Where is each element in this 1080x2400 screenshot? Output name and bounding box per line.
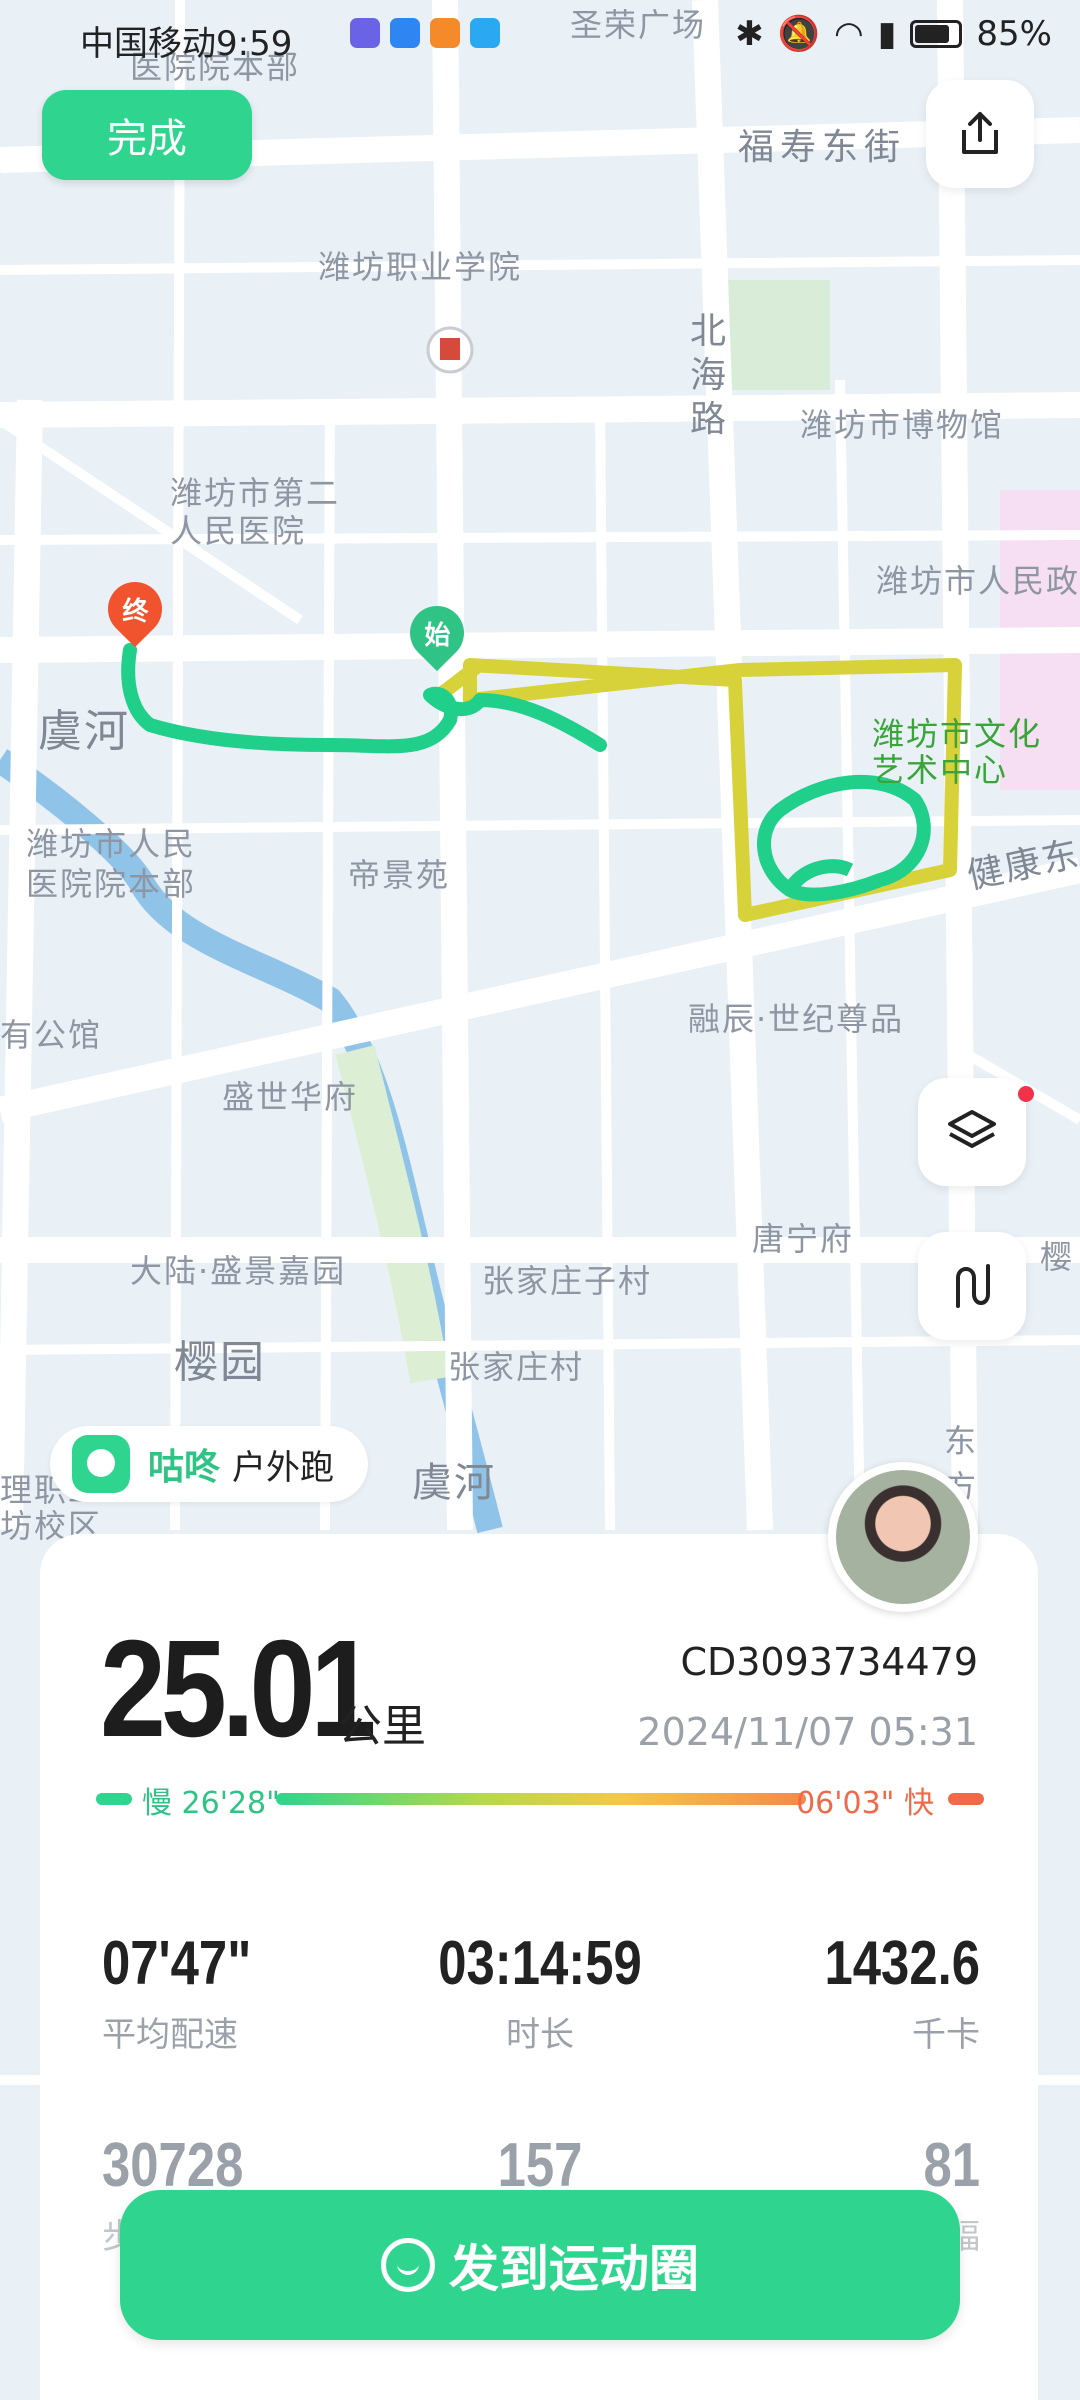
stat-duration: 03:14:59 时长 bbox=[390, 1928, 690, 2056]
share-button[interactable] bbox=[926, 80, 1034, 188]
stat-value: 1432.6 bbox=[824, 1929, 980, 1998]
route-wave-icon bbox=[956, 1264, 990, 1308]
bluetooth-icon: ✱ bbox=[735, 14, 764, 54]
distance-value: 25.01 bbox=[100, 1612, 376, 1766]
battery-icon bbox=[910, 20, 963, 48]
carrier: 中国移动 bbox=[80, 24, 216, 64]
pace-gradient-bar bbox=[276, 1793, 806, 1805]
stat-avg-pace: 07'47" 平均配速 bbox=[102, 1928, 402, 2056]
battery-percent: 85% bbox=[976, 14, 1052, 54]
share-icon bbox=[962, 112, 998, 154]
map-label-culture: 潍坊市文化艺术中心 bbox=[872, 715, 1043, 789]
map-label-zhangjia: 张家庄村 bbox=[448, 1348, 585, 1386]
app-brand: 咕咚 bbox=[148, 1447, 221, 1488]
map-label-rongchen: 融辰·世纪尊品 bbox=[688, 1000, 905, 1038]
share-to-feed-button[interactable]: 发到运动圈 bbox=[120, 2190, 960, 2340]
app-badge: 咕咚 户外跑 bbox=[50, 1426, 368, 1502]
music-icon bbox=[350, 18, 380, 48]
stat-label: 千卡 bbox=[912, 2015, 980, 2055]
map-label-beihai: 北海路 bbox=[690, 311, 729, 440]
avatar[interactable] bbox=[828, 1462, 978, 1612]
layers-icon bbox=[948, 1110, 996, 1148]
stat-label: 时长 bbox=[506, 2015, 574, 2055]
map-label-yuhe: 虞河 bbox=[38, 706, 130, 757]
search-app-icon bbox=[470, 18, 500, 48]
chat-bubble-icon bbox=[381, 2238, 435, 2292]
signal-icon: ▮ bbox=[877, 14, 897, 54]
map-label-tangning: 唐宁府 bbox=[752, 1220, 855, 1258]
distance-unit: 公里 bbox=[338, 1701, 426, 1752]
map-label-vocational: 潍坊职业学院 bbox=[318, 248, 523, 286]
share-to-feed-label: 发到运动圈 bbox=[449, 2240, 699, 2298]
sport-type: 户外跑 bbox=[232, 1447, 335, 1488]
weather-icon bbox=[390, 18, 420, 48]
notification-icons bbox=[350, 18, 500, 48]
map-label-hospital2: 潍坊市第二人民医院 bbox=[170, 474, 341, 550]
map-layers-button[interactable] bbox=[918, 1078, 1026, 1186]
map-label-ying: 樱 bbox=[1040, 1238, 1075, 1276]
pace-slow-swatch bbox=[96, 1793, 132, 1805]
layers-notification-dot bbox=[1018, 1086, 1034, 1102]
map-label-hospital-main: 潍坊市人民医院院本部 bbox=[26, 825, 197, 903]
status-bar: 中国移动9:59 ✱ 🔕 ◠ ▮ 85% bbox=[0, 0, 1080, 72]
record-id: CD3093734479 bbox=[680, 1640, 978, 1684]
status-bar-right: ✱ 🔕 ◠ ▮ 85% bbox=[735, 14, 1052, 54]
wifi-icon: ◠ bbox=[834, 14, 864, 54]
pace-legend: 慢 26'28" 06'03" 快 bbox=[96, 1778, 984, 1824]
pace-fast-swatch bbox=[948, 1793, 984, 1805]
map-label-fushou: 福寿东街 bbox=[738, 127, 907, 168]
codoon-logo-icon bbox=[72, 1435, 130, 1493]
map-label-hospital-people: 潍坊市人民政 bbox=[876, 562, 1080, 600]
map-label-shengshi: 盛世华府 bbox=[222, 1078, 359, 1116]
map-label-gongguan: 有公馆 bbox=[0, 1016, 103, 1054]
stat-calories: 1432.6 千卡 bbox=[680, 1928, 980, 2056]
map-label-museum: 潍坊市博物馆 bbox=[800, 406, 1005, 444]
record-datetime: 2024/11/07 05:31 bbox=[637, 1710, 978, 1754]
pace-fast-label: 06'03" 快 bbox=[796, 1786, 934, 1821]
stat-value: 03:14:59 bbox=[438, 1929, 642, 1998]
mute-icon: 🔕 bbox=[777, 14, 821, 54]
route-toggle-button[interactable] bbox=[918, 1232, 1026, 1340]
map-label-yingyuan: 樱园 bbox=[174, 1337, 266, 1388]
stat-value: 07'47" bbox=[102, 1929, 252, 1998]
done-button[interactable]: 完成 bbox=[42, 90, 252, 180]
status-bar-carrier-time: 中国移动9:59 bbox=[80, 16, 292, 65]
video-icon bbox=[430, 18, 460, 48]
status-time: 9:59 bbox=[216, 24, 293, 64]
stat-label: 平均配速 bbox=[102, 2015, 238, 2055]
map-label-zhangjia-zi: 张家庄子村 bbox=[482, 1262, 653, 1300]
map-label-yuhe2: 虞河 bbox=[412, 1460, 496, 1506]
map-label-dalu: 大陆·盛景嘉园 bbox=[130, 1252, 347, 1290]
pace-slow-label: 慢 26'28" bbox=[142, 1786, 280, 1821]
map-label-dijing: 帝景苑 bbox=[348, 856, 451, 894]
